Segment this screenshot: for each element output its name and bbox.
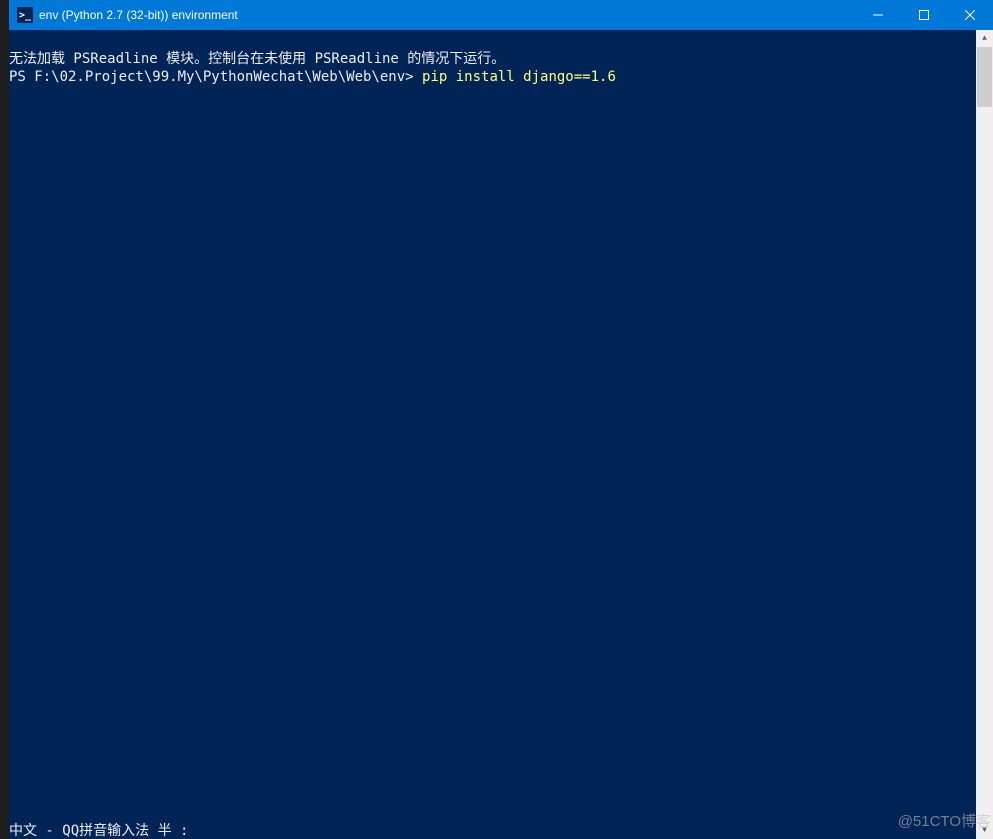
window-title: env (Python 2.7 (32-bit)) environment: [39, 0, 855, 30]
minimize-button[interactable]: [855, 0, 901, 30]
prompt-command: pip install django==1.6: [422, 69, 616, 85]
powershell-window: >_ env (Python 2.7 (32-bit)) environment…: [9, 0, 993, 839]
window-controls: [855, 0, 993, 30]
window-titlebar[interactable]: >_ env (Python 2.7 (32-bit)) environment: [9, 0, 993, 30]
terminal-output-line: 无法加载 PSReadline 模块。控制台在未使用 PSReadline 的情…: [9, 50, 976, 68]
window-content: 无法加载 PSReadline 模块。控制台在未使用 PSReadline 的情…: [9, 30, 993, 839]
scrollbar-thumb[interactable]: [977, 47, 992, 107]
watermark-text: @51CTO博客: [898, 810, 991, 831]
ime-status-bar: 中文 - QQ拼音输入法 半 :: [9, 822, 188, 839]
terminal-area[interactable]: 无法加载 PSReadline 模块。控制台在未使用 PSReadline 的情…: [9, 30, 976, 839]
terminal-prompt-line: PS F:\02.Project\99.My\PythonWechat\Web\…: [9, 68, 976, 86]
editor-left-strip: [0, 0, 9, 839]
maximize-button[interactable]: [901, 0, 947, 30]
close-button[interactable]: [947, 0, 993, 30]
vertical-scrollbar[interactable]: ▲ ▼: [976, 30, 993, 839]
scrollbar-up-button[interactable]: ▲: [976, 30, 993, 47]
prompt-path: PS F:\02.Project\99.My\PythonWechat\Web\…: [9, 69, 422, 85]
powershell-icon: >_: [17, 7, 33, 23]
